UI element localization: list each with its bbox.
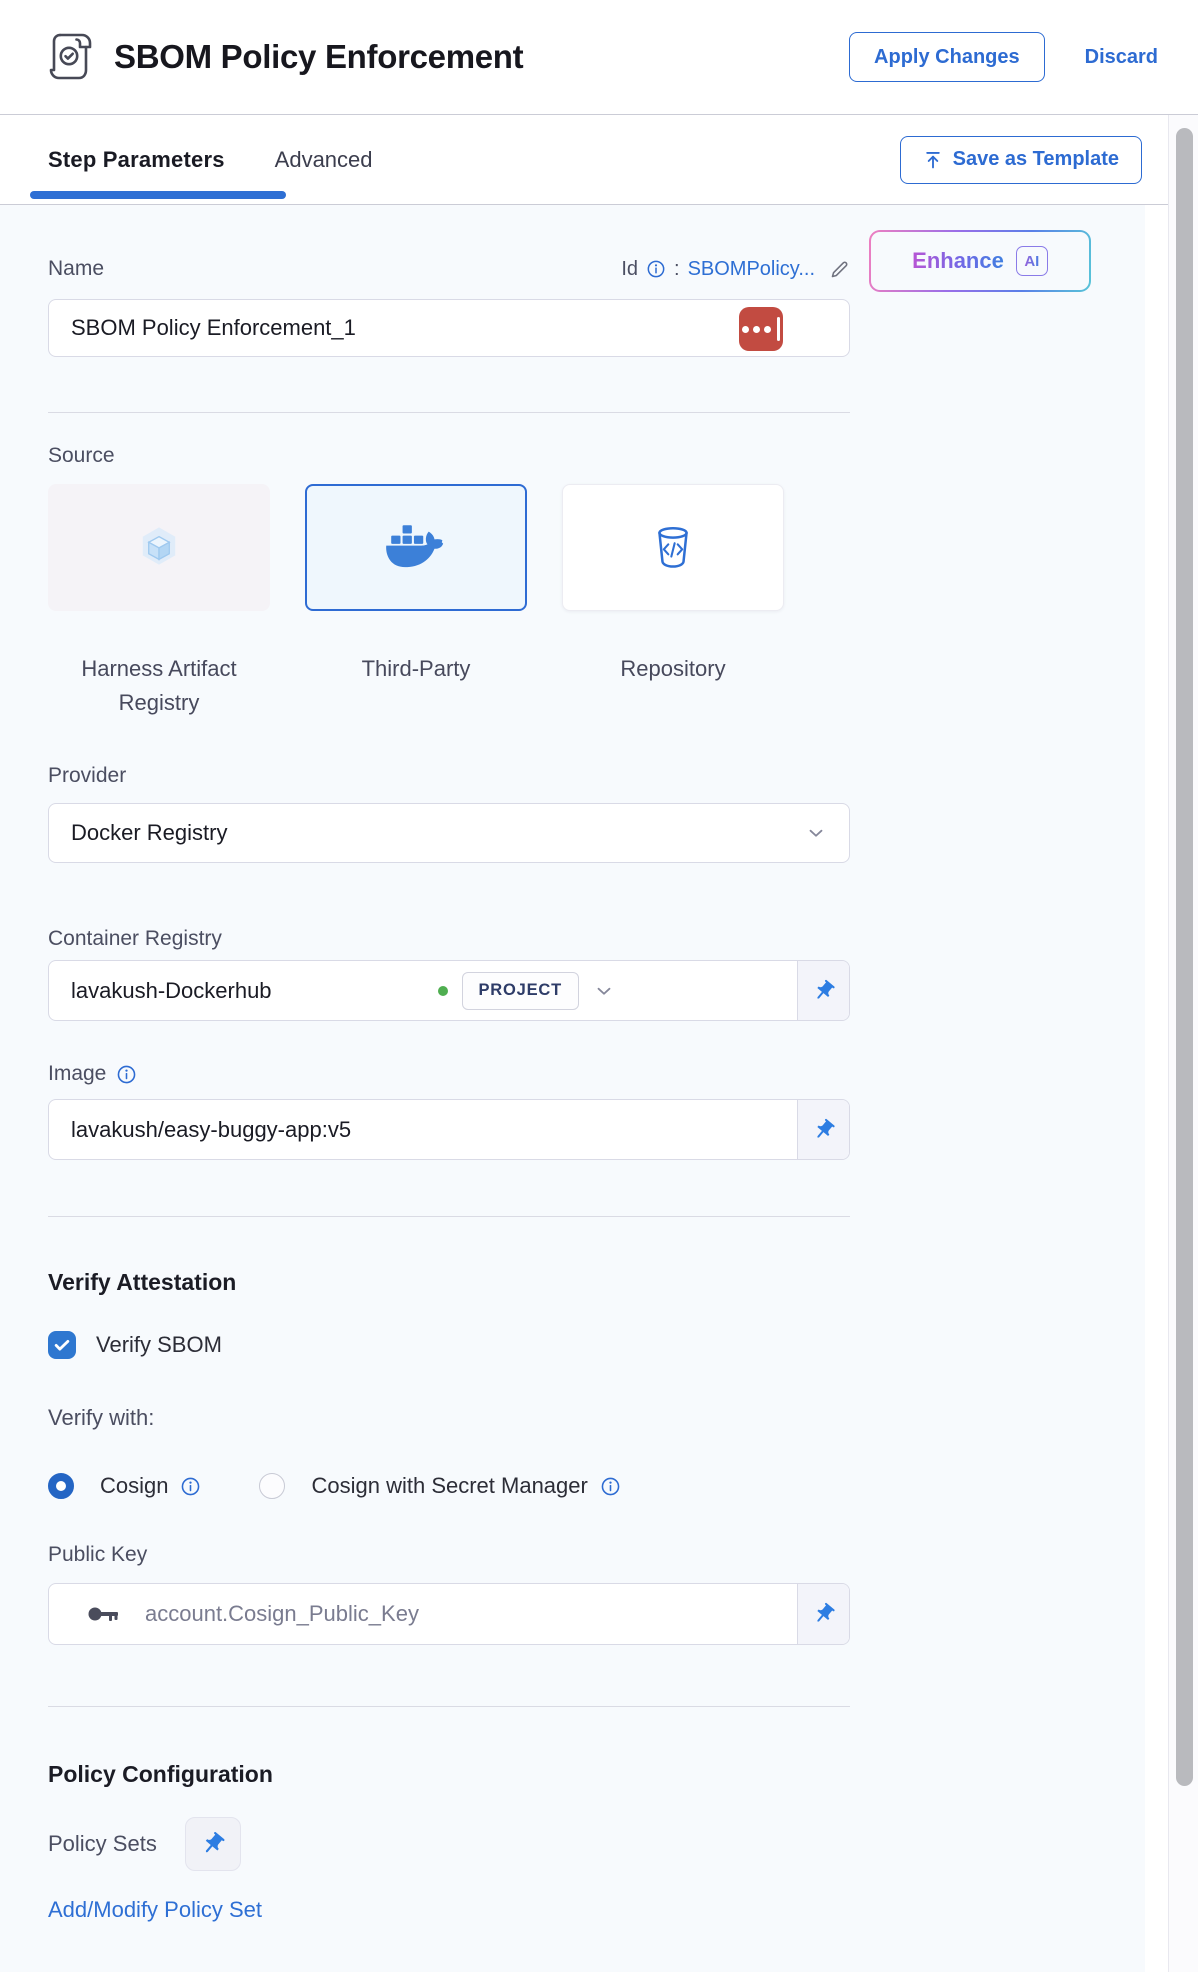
key-icon [87,1603,121,1625]
step-config-panel: SBOM Policy Enforcement Apply Changes Di… [0,0,1198,1972]
verify-sbom-label: Verify SBOM [96,1332,222,1358]
docker-whale-icon [385,525,447,571]
container-registry-input[interactable]: lavakush-Dockerhub PROJECT [48,960,850,1021]
tab-bar: Step Parameters Advanced Save as Templat… [0,115,1168,205]
public-key-input[interactable]: account.Cosign_Public_Key [48,1583,850,1645]
verify-attestation-heading: Verify Attestation [48,1269,850,1296]
sbom-policy-scroll-icon [46,30,96,84]
id-info-icon[interactable] [646,259,666,279]
password-manager-autofill-icon[interactable] [739,307,783,351]
id-label: Id [621,258,638,281]
active-tab-underline [30,191,286,199]
name-label-row: Name Id : SBOMPolicy... [48,255,850,283]
add-modify-policy-set-link[interactable]: Add/Modify Policy Set [48,1897,850,1923]
enhance-ai-button[interactable]: Enhance AI [869,230,1091,292]
source-label-harness-artifact-registry: Harness Artifact Registry [48,652,270,720]
verify-sbom-checkbox[interactable] [48,1331,76,1359]
panel-header: SBOM Policy Enforcement Apply Changes Di… [0,0,1198,115]
public-key-label: Public Key [48,1543,850,1567]
enhance-label: Enhance [912,248,1004,274]
section-divider [48,1216,850,1217]
runtime-input-pin-button[interactable] [797,1100,849,1159]
source-option-labels: Harness Artifact Registry Third-Party Re… [48,652,850,720]
verify-with-options: Cosign Cosign with Secret Manager [48,1473,850,1499]
container-registry-label: Container Registry [48,927,850,951]
section-divider [48,412,850,413]
connector-status-dot [438,986,448,996]
source-options [48,484,850,611]
runtime-input-pin-button[interactable] [797,961,849,1020]
source-label-third-party: Third-Party [305,652,527,720]
radio-cosign[interactable] [48,1473,74,1499]
discard-button[interactable]: Discard [1085,46,1158,69]
source-label: Source [48,444,850,468]
edit-id-pencil-icon[interactable] [829,259,850,280]
source-card-third-party[interactable] [305,484,527,611]
verify-sbom-row: Verify SBOM [48,1331,850,1359]
provider-select[interactable]: Docker Registry [48,803,850,863]
ai-badge-icon: AI [1016,246,1048,276]
image-label-row: Image [48,1062,850,1086]
name-input[interactable]: SBOM Policy Enforcement_1 [48,299,850,357]
step-id-value[interactable]: SBOMPolicy... [688,258,815,281]
cosign-secret-manager-info-icon[interactable] [600,1476,621,1497]
radio-cosign-secret-manager[interactable] [259,1473,285,1499]
name-label: Name [48,257,104,281]
chevron-down-icon[interactable] [593,980,615,1002]
policy-sets-pin-button[interactable] [185,1817,241,1871]
chevron-down-icon [805,822,827,844]
image-info-icon[interactable] [116,1064,137,1085]
image-label: Image [48,1062,106,1086]
artifact-registry-cube-icon [133,522,185,574]
policy-sets-label: Policy Sets [48,1831,157,1857]
source-label-repository: Repository [562,652,784,720]
cosign-info-icon[interactable] [180,1476,201,1497]
radio-cosign-secret-manager-label: Cosign with Secret Manager [311,1473,587,1499]
apply-changes-button[interactable]: Apply Changes [849,32,1045,82]
repository-bucket-icon [648,523,698,573]
tab-step-parameters[interactable]: Step Parameters [48,147,225,173]
scrollbar-thumb[interactable] [1176,128,1193,1786]
source-card-harness-artifact-registry[interactable] [48,484,270,611]
verify-with-label: Verify with: [48,1405,850,1431]
policy-sets-row: Policy Sets [48,1817,850,1871]
source-card-repository[interactable] [562,484,784,611]
save-as-template-button[interactable]: Save as Template [900,136,1142,184]
tab-advanced[interactable]: Advanced [275,147,373,173]
radio-cosign-label: Cosign [100,1473,168,1499]
scope-badge: PROJECT [462,972,580,1010]
step-id-cluster: Id : SBOMPolicy... [621,258,850,281]
runtime-input-pin-button[interactable] [797,1584,849,1644]
section-divider [48,1706,850,1707]
upload-icon [923,150,943,170]
page-title: SBOM Policy Enforcement [114,38,523,76]
step-form: Name Id : SBOMPolicy... [48,255,850,1923]
image-input[interactable]: lavakush/easy-buggy-app:v5 [48,1099,850,1160]
policy-configuration-heading: Policy Configuration [48,1761,850,1788]
step-parameters-content: Enhance AI Name Id : SBOMPoli [0,205,1145,1972]
provider-label: Provider [48,764,850,788]
